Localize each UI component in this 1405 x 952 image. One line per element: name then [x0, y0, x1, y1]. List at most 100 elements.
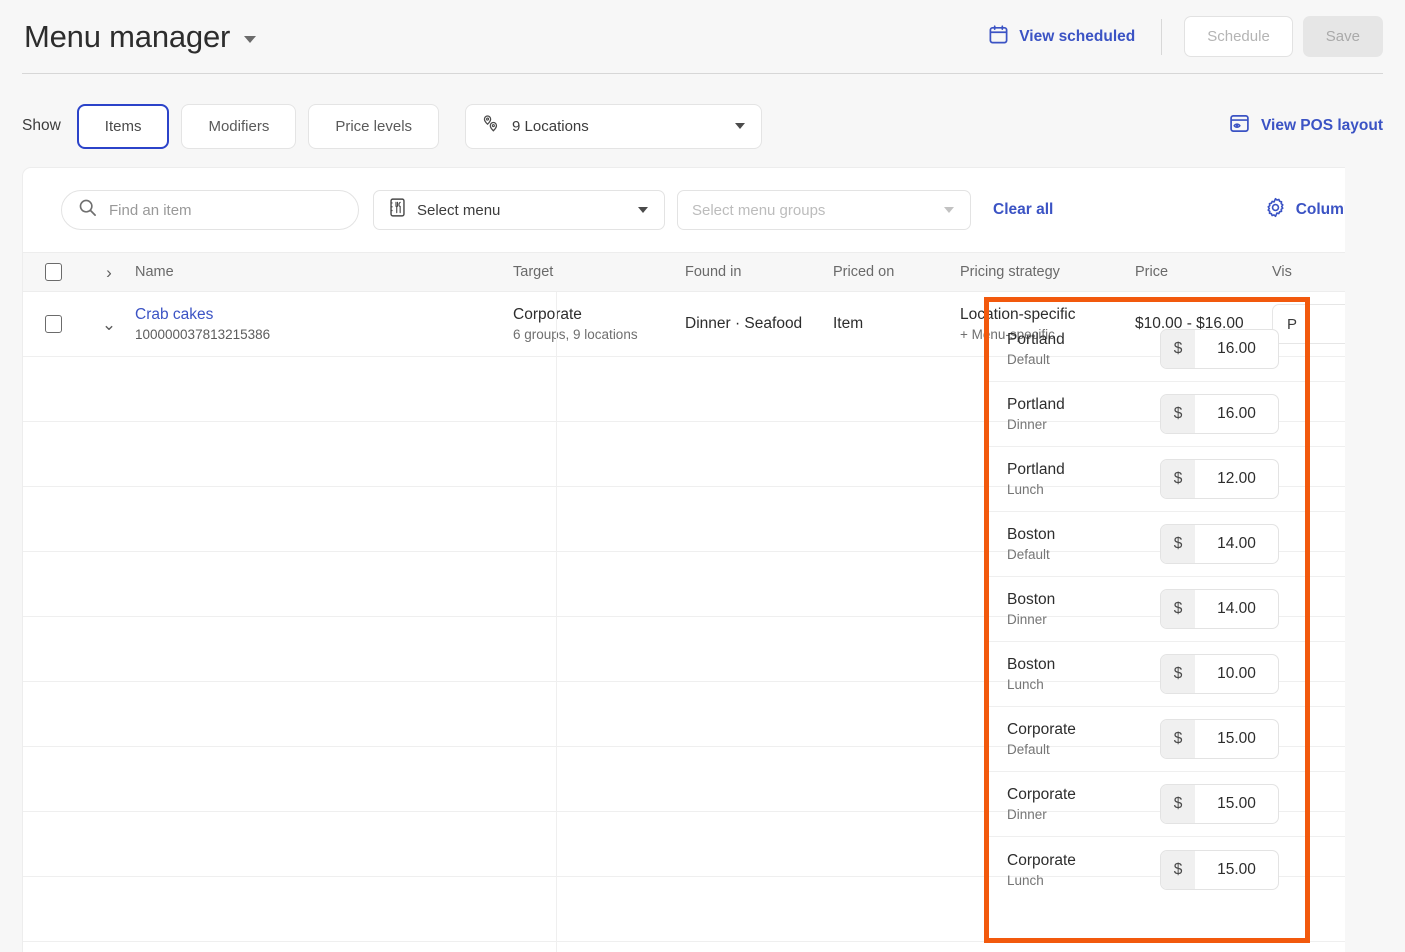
- item-target-sub: 6 groups, 9 locations: [513, 327, 638, 342]
- page-title-group: Menu manager: [0, 19, 257, 55]
- price-input[interactable]: $10.00: [1160, 654, 1279, 694]
- map-pin-icon: [480, 114, 502, 139]
- row-select-cell: [23, 315, 83, 333]
- price-input[interactable]: $12.00: [1160, 459, 1279, 499]
- column-divider: [556, 747, 557, 811]
- item-name-cell: Crab cakes 100000037813215386: [135, 306, 513, 342]
- column-divider: [556, 877, 557, 941]
- price-input[interactable]: $15.00: [1160, 719, 1279, 759]
- gear-icon: [1265, 197, 1286, 223]
- right-viewport-cutoff: [1345, 167, 1383, 952]
- clear-all-button[interactable]: Clear all: [993, 201, 1053, 219]
- row-expand-cell[interactable]: ⌄: [83, 316, 135, 333]
- price-value[interactable]: 15.00: [1195, 851, 1278, 889]
- location-price-row: Portland Dinner $16.00: [985, 382, 1382, 447]
- price-value[interactable]: 12.00: [1195, 460, 1278, 498]
- column-divider: [556, 617, 557, 681]
- chevron-down-icon: [735, 123, 746, 129]
- locations-select-value: 9 Locations: [512, 117, 589, 135]
- location-name: Portland: [1007, 331, 1065, 348]
- show-label: Show: [22, 117, 61, 134]
- price-input[interactable]: $15.00: [1160, 784, 1279, 824]
- location-price-row: Corporate Lunch $15.00: [985, 837, 1382, 902]
- currency-prefix: $: [1161, 655, 1195, 693]
- calendar-icon: [988, 24, 1009, 50]
- location-price-row: Boston Lunch $10.00: [985, 642, 1382, 707]
- column-header-price[interactable]: Price: [1135, 264, 1272, 280]
- price-value[interactable]: 14.00: [1195, 525, 1278, 563]
- expand-all-cell[interactable]: ›: [83, 264, 135, 281]
- price-input[interactable]: $16.00: [1160, 394, 1279, 434]
- column-divider: [556, 487, 557, 551]
- price-input[interactable]: $15.00: [1160, 849, 1279, 890]
- location-cell: Boston Dinner: [985, 591, 1160, 627]
- select-menu-dropdown[interactable]: Select menu: [373, 190, 665, 230]
- location-price-rows: Portland Default $16.00 Portland Dinner $16.0…: [985, 317, 1382, 902]
- tab-price-levels[interactable]: Price levels: [308, 103, 440, 149]
- select-menu-groups-placeholder: Select menu groups: [692, 201, 826, 219]
- tab-modifiers[interactable]: Modifiers: [181, 103, 297, 149]
- price-value[interactable]: 16.00: [1195, 395, 1278, 433]
- column-divider: [556, 682, 557, 746]
- chevron-down-icon: [944, 207, 954, 213]
- currency-prefix: $: [1161, 590, 1195, 628]
- column-header-pricing-strategy[interactable]: Pricing strategy: [960, 264, 1135, 280]
- table-header-row: › Name Target Found in Priced on Pricing…: [23, 252, 1382, 292]
- schedule-button[interactable]: Schedule: [1184, 16, 1293, 57]
- price-value[interactable]: 15.00: [1195, 720, 1278, 758]
- price-input[interactable]: $14.00: [1160, 589, 1279, 629]
- location-cell: Portland Lunch: [985, 461, 1160, 497]
- location-name: Corporate: [1007, 851, 1076, 869]
- table-toolbar: Select menu Select menu groups Clear all…: [23, 168, 1382, 252]
- menu-book-icon: [388, 197, 407, 223]
- view-scheduled-button[interactable]: View scheduled: [988, 24, 1135, 50]
- toolbar-divider: [1161, 18, 1163, 55]
- column-divider: [556, 292, 557, 356]
- location-name: Boston: [1007, 656, 1056, 673]
- currency-prefix: $: [1161, 330, 1195, 368]
- column-header-target[interactable]: Target: [513, 264, 685, 280]
- view-pos-layout-label: View POS layout: [1260, 117, 1383, 134]
- chevron-down-icon[interactable]: [244, 36, 257, 43]
- show-filter-bar: Show Items Modifiers Price levels 9 Loca…: [0, 98, 1405, 154]
- price-value[interactable]: 15.00: [1195, 785, 1278, 823]
- menu-manager-page: Menu manager View scheduled Schedule Sav…: [0, 0, 1405, 952]
- row-checkbox[interactable]: [44, 315, 62, 333]
- price-value[interactable]: 10.00: [1195, 655, 1278, 693]
- search-box[interactable]: [61, 190, 359, 230]
- tab-items[interactable]: Items: [76, 103, 170, 149]
- item-name-link[interactable]: Crab cakes: [135, 306, 513, 324]
- location-name: Boston: [1007, 526, 1056, 543]
- location-name: Corporate: [1007, 721, 1076, 738]
- price-level-name: Dinner: [1007, 807, 1047, 822]
- chevron-right-icon: ›: [106, 262, 112, 282]
- location-price-row: Boston Dinner $14.00: [985, 577, 1382, 642]
- location-price-row: Portland Lunch $12.00: [985, 447, 1382, 512]
- column-divider: [556, 812, 557, 876]
- column-header-name[interactable]: Name: [135, 264, 513, 280]
- price-input[interactable]: $14.00: [1160, 524, 1279, 564]
- location-cell: Boston Lunch: [985, 656, 1160, 692]
- location-price-row: Boston Default $14.00: [985, 512, 1382, 577]
- item-found-in: Dinner · Seafood: [685, 315, 803, 332]
- column-divider: [556, 357, 557, 421]
- price-level-name: Default: [1007, 547, 1050, 562]
- price-value[interactable]: 14.00: [1195, 590, 1278, 628]
- search-icon: [78, 198, 97, 222]
- price-level-name: Dinner: [1007, 417, 1047, 432]
- search-input[interactable]: [109, 201, 342, 219]
- location-cell: Portland Default: [985, 331, 1160, 367]
- price-value[interactable]: 16.00: [1195, 330, 1278, 368]
- currency-prefix: $: [1161, 395, 1195, 433]
- save-button[interactable]: Save: [1302, 16, 1383, 57]
- select-all-checkbox[interactable]: [44, 263, 62, 281]
- column-header-found-in[interactable]: Found in: [685, 264, 833, 280]
- price-input[interactable]: $16.00: [1160, 329, 1279, 369]
- view-pos-layout-button[interactable]: View POS layout: [1229, 113, 1383, 139]
- locations-select[interactable]: 9 Locations: [465, 103, 763, 149]
- column-header-priced-on[interactable]: Priced on: [833, 264, 960, 280]
- currency-prefix: $: [1161, 720, 1195, 758]
- location-name: Boston: [1007, 591, 1056, 608]
- chevron-down-icon: ⌄: [101, 314, 117, 334]
- select-menu-groups-dropdown[interactable]: Select menu groups: [677, 190, 971, 230]
